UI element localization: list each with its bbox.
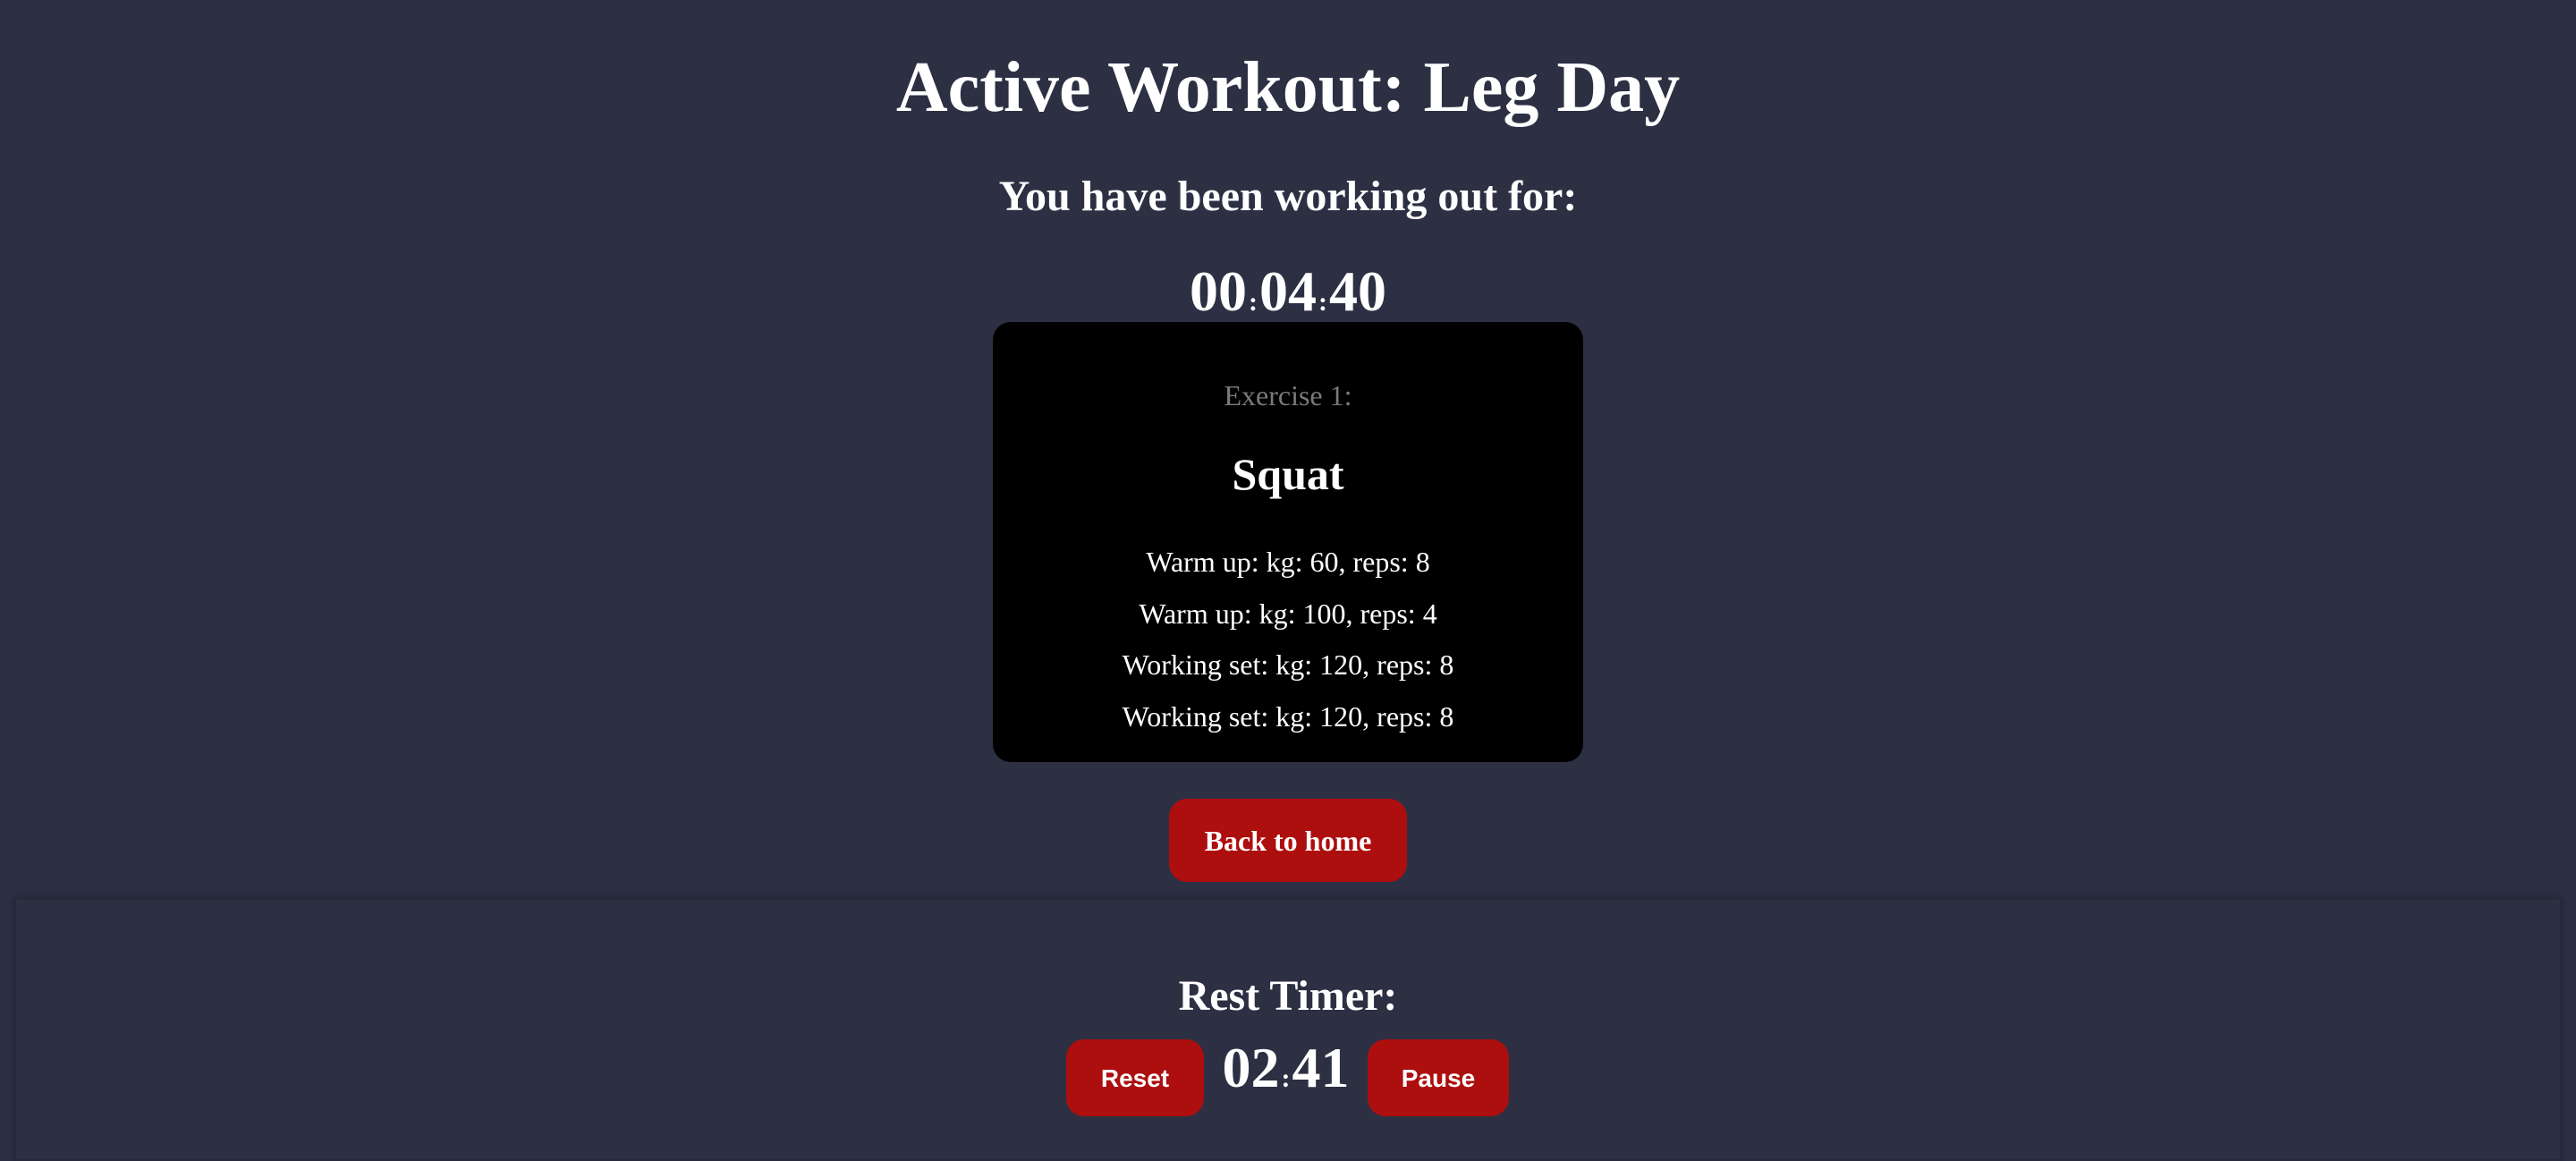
exercise-name: Squat bbox=[1232, 449, 1344, 499]
rest-timer-minutes: 02 bbox=[1222, 1036, 1280, 1099]
workout-timer-minutes: 04 bbox=[1259, 259, 1317, 323]
pause-button[interactable]: Pause bbox=[1368, 1039, 1509, 1116]
workout-timer-seconds: 40 bbox=[1329, 259, 1386, 323]
workout-page: Active Workout: Leg Day You have been wo… bbox=[0, 0, 2576, 1161]
set-item: Working set: kg: 120, reps: 8 bbox=[1122, 648, 1454, 681]
rest-timer-seconds: 41 bbox=[1292, 1036, 1350, 1099]
workout-timer-hours: 00 bbox=[1190, 259, 1247, 323]
rest-timer-panel bbox=[14, 898, 2562, 1161]
rest-timer-display: 02:41 bbox=[1204, 1032, 1368, 1114]
set-item: Warm up: kg: 60, reps: 8 bbox=[1146, 546, 1430, 578]
exercise-card: Exercise 1: Squat Warm up: kg: 60, reps:… bbox=[993, 322, 1583, 762]
set-list: Warm up: kg: 60, reps: 8 Warm up: kg: 10… bbox=[993, 537, 1583, 742]
rest-timer-title: Rest Timer: bbox=[1178, 972, 1398, 1020]
exercise-number-label: Exercise 1: bbox=[1224, 379, 1352, 411]
reset-button[interactable]: Reset bbox=[1066, 1039, 1204, 1116]
set-item: Warm up: kg: 100, reps: 4 bbox=[1139, 597, 1437, 630]
rest-timer-separator: : bbox=[1281, 1064, 1291, 1093]
set-item: Working set: kg: 120, reps: 8 bbox=[1122, 699, 1454, 733]
page-title: Active Workout: Leg Day bbox=[895, 48, 1681, 127]
elapsed-label: You have been working out for: bbox=[998, 173, 1578, 220]
back-to-home-button[interactable]: Back to home bbox=[1169, 799, 1407, 882]
workout-timer-separator: : bbox=[1249, 287, 1258, 317]
workout-timer-separator: : bbox=[1318, 287, 1327, 317]
